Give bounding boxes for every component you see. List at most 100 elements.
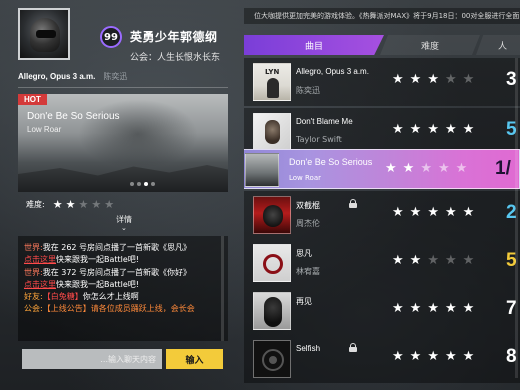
star-icon: ★ [409, 349, 422, 364]
star-icon: ★ [462, 301, 475, 316]
star-icon: ★ [392, 205, 404, 220]
chat-message: 点击这里快来跟我一起Battle吧! [24, 279, 222, 291]
song-title: 再见 [296, 297, 312, 306]
song-stars: ★ ★ ★ ★ ★ [392, 302, 474, 316]
thumb-caption: LYN [265, 68, 280, 76]
chat-link[interactable]: 点击这里 [24, 280, 56, 289]
song-thumbnail [253, 292, 291, 330]
chat-text: 快来跟我一起Battle吧! [56, 255, 140, 265]
song-title: 双截棍 [296, 201, 320, 210]
song-row[interactable]: 再见 ★ ★ ★ ★ ★ 7 [244, 287, 520, 335]
carousel-dot[interactable] [151, 182, 155, 186]
star-icon: ★ [392, 349, 404, 364]
chat-text: 我在 262 号房间点播了一首新歌《思凡》 [42, 243, 192, 252]
difficulty-label: 难度: [26, 199, 45, 209]
portrait-shape [264, 297, 282, 327]
portrait-shape [265, 120, 280, 144]
song-row[interactable]: 双截棍 周杰伦 ★ ★ ★ ★ ★ 2 [244, 191, 520, 239]
star-icon: ★ [462, 205, 475, 220]
chevron-down-icon: ⌄ [121, 224, 127, 232]
tab-people[interactable]: 人 [476, 35, 520, 55]
song-row[interactable]: LYN Allegro, Opus 3 a.m. 陈奕迅 ★ ★ ★ ★ ★ 3 [244, 58, 520, 106]
song-stars: ★ ★ ★ ★ ★ [392, 254, 474, 268]
star-icon: ★ [409, 301, 422, 316]
carousel-dots[interactable] [130, 182, 155, 186]
now-playing-title: Allegro, Opus 3 a.m. [18, 72, 96, 81]
chat-input[interactable]: ...输入聊天内容 [22, 349, 162, 369]
song-stars: ★ ★ ★ ★ ★ [392, 350, 474, 364]
star-icon: ★ [455, 161, 468, 176]
difficulty-row: 难度: ★ ★ ★ ★ ★ [26, 198, 114, 210]
star-icon: ★ [444, 122, 457, 137]
chat-channel: 公会: [24, 304, 43, 314]
chat-link[interactable]: 点击这里 [24, 255, 56, 264]
star-icon: ★ [427, 205, 439, 220]
song-stars: ★ ★ ★ ★ ★ [392, 123, 474, 137]
star-icon: ★ [444, 205, 457, 220]
chat-scrollbar[interactable] [221, 236, 224, 341]
song-artist: 林宥嘉 [296, 267, 320, 276]
star-icon: ★ [91, 197, 102, 211]
details-label: 详情 [116, 215, 132, 224]
chat-log[interactable]: 世界:我在 262 号房间点播了一首新歌《思凡》 点击这里快来跟我一起Battl… [18, 236, 228, 341]
star-icon: ★ [104, 197, 115, 211]
song-thumbnail [253, 340, 291, 378]
level-badge: 99 [100, 26, 122, 48]
hot-badge: HOT [18, 94, 47, 105]
divider [18, 87, 228, 88]
star-icon: ★ [392, 301, 404, 316]
ring-shape [263, 254, 283, 274]
star-icon: ★ [427, 349, 439, 364]
song-list-scrollbar[interactable] [515, 58, 518, 378]
song-stars: ★ ★ ★ ★ ★ [392, 206, 474, 220]
song-artist: Taylor Swift [296, 135, 342, 144]
star-icon: ★ [409, 72, 422, 87]
carousel-dot[interactable] [130, 182, 134, 186]
star-icon: ★ [409, 205, 422, 220]
featured-artist: Low Roar [27, 125, 62, 134]
star-icon: ★ [427, 253, 439, 268]
star-icon: ★ [462, 72, 475, 87]
avatar[interactable] [18, 8, 70, 60]
figure-shape [267, 78, 279, 98]
featured-song-card[interactable]: HOT Don'e Be So Serious Low Roar [18, 94, 228, 192]
player-profile[interactable]: 99 英勇少年郭德纲 公会：人生长恨水长东 [18, 8, 228, 64]
song-row[interactable]: 思凡 林宥嘉 ★ ★ ★ ★ ★ 5 [244, 239, 520, 287]
song-stars: ★ ★ ★ ★ ★ [392, 73, 474, 87]
star-icon: ★ [437, 161, 450, 176]
announcement-ticker: 位大咖提供更加完美的游戏体验。《热舞派对MAX》将于9月18日：00对全服进行全… [244, 8, 520, 24]
star-icon: ★ [409, 122, 422, 137]
chat-mention[interactable]: 【白兔糖】 [43, 292, 83, 301]
difficulty-stars: ★ ★ ★ ★ ★ [53, 199, 114, 210]
tab-difficulty[interactable]: 难度 [380, 35, 480, 55]
star-icon: ★ [385, 161, 397, 176]
star-icon: ★ [444, 349, 457, 364]
star-icon: ★ [462, 349, 475, 364]
details-button[interactable]: 详情 ⌄ [116, 214, 132, 232]
featured-title: Don'e Be So Serious [27, 111, 120, 122]
chat-text: 我在 372 号房间点播了一首新歌《你好》 [42, 267, 192, 277]
chat-message: 世界:我在 262 号房间点播了一首新歌《思凡》 [24, 242, 222, 254]
lock-icon [349, 343, 357, 352]
star-icon: ★ [427, 72, 439, 87]
chat-text: 【上线公告】请各位成员踊跃上线，会长会 [42, 304, 195, 314]
carousel-dot[interactable] [137, 182, 141, 186]
song-title: Selfish [296, 344, 321, 353]
song-row-selected[interactable]: Don'e Be So Serious Low Roar ★ ★ ★ ★ ★ 1/ [244, 149, 520, 189]
star-icon: ★ [392, 122, 404, 137]
tab-songs[interactable]: 曲目 [244, 35, 384, 55]
song-thumbnail [253, 113, 291, 151]
star-icon: ★ [427, 301, 439, 316]
star-icon: ★ [427, 122, 439, 137]
star-icon: ★ [409, 253, 422, 268]
chat-channel: 世界: [24, 267, 43, 277]
carousel-dot-active[interactable] [144, 182, 148, 186]
chat-message: 点击这里快来跟我一起Battle吧! [24, 254, 222, 266]
send-button[interactable]: 输入 [166, 349, 223, 369]
cover-art-mist [78, 99, 198, 169]
song-list[interactable]: LYN Allegro, Opus 3 a.m. 陈奕迅 ★ ★ ★ ★ ★ 3 Don't Bl… [244, 58, 520, 390]
song-row[interactable]: Selfish ★ ★ ★ ★ ★ 8 [244, 335, 520, 383]
chat-channel: 好友: [24, 292, 43, 302]
song-artist: 周杰伦 [296, 219, 320, 228]
circle-shape [269, 356, 277, 364]
